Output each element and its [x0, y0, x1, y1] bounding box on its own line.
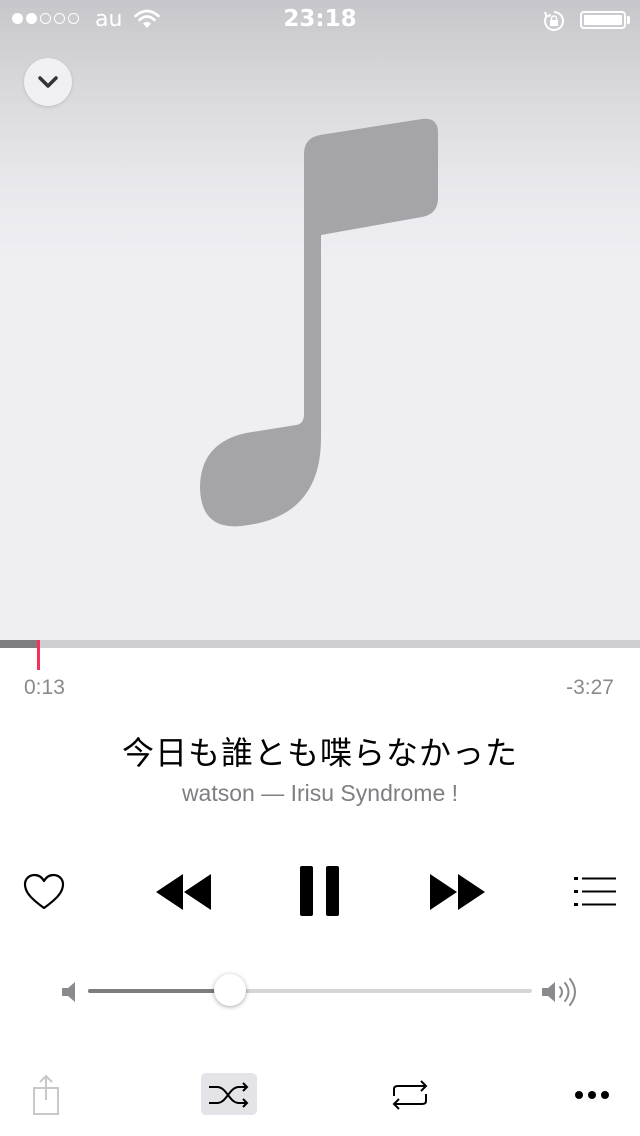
volume-max-icon [542, 978, 576, 1006]
more-icon [575, 1091, 609, 1099]
album-artwork [0, 0, 640, 640]
remaining-time: -3:27 [566, 676, 614, 699]
love-button[interactable] [18, 866, 70, 918]
pause-button[interactable] [292, 862, 348, 920]
repeat-icon [392, 1080, 428, 1110]
battery-icon [580, 11, 626, 29]
rewind-icon [156, 874, 211, 910]
volume-fill [88, 989, 231, 993]
volume-slider[interactable] [88, 989, 532, 993]
elapsed-time: 0:13 [24, 676, 65, 699]
list-icon [574, 877, 616, 906]
share-icon [33, 1074, 59, 1115]
share-button[interactable] [26, 1072, 66, 1118]
rotation-lock-icon [544, 11, 564, 31]
pause-icon [300, 866, 339, 916]
more-button[interactable] [570, 1080, 614, 1110]
up-next-button[interactable] [570, 868, 620, 916]
dismiss-button[interactable] [24, 58, 72, 106]
previous-track-button[interactable] [150, 866, 216, 918]
battery-tip [627, 16, 630, 24]
chevron-down-icon [38, 76, 58, 88]
music-note-icon [200, 118, 438, 527]
playback-progress-fill [0, 640, 38, 648]
volume-slider-thumb[interactable] [214, 974, 247, 1006]
repeat-button[interactable] [382, 1074, 438, 1116]
next-track-button[interactable] [425, 866, 491, 918]
fast-forward-icon [430, 874, 485, 910]
playback-position-marker[interactable] [36, 640, 40, 670]
song-title: 今日も誰とも喋らなかった [121, 734, 518, 772]
shuffle-icon [209, 1082, 249, 1108]
playback-scrubber[interactable] [0, 640, 640, 648]
status-bar: au 23:18 [0, 0, 640, 40]
artist-album-subtitle[interactable]: watson — Irisu Syndrome ! [0, 780, 640, 807]
heart-icon [23, 873, 65, 910]
volume-min-icon [62, 982, 75, 1002]
